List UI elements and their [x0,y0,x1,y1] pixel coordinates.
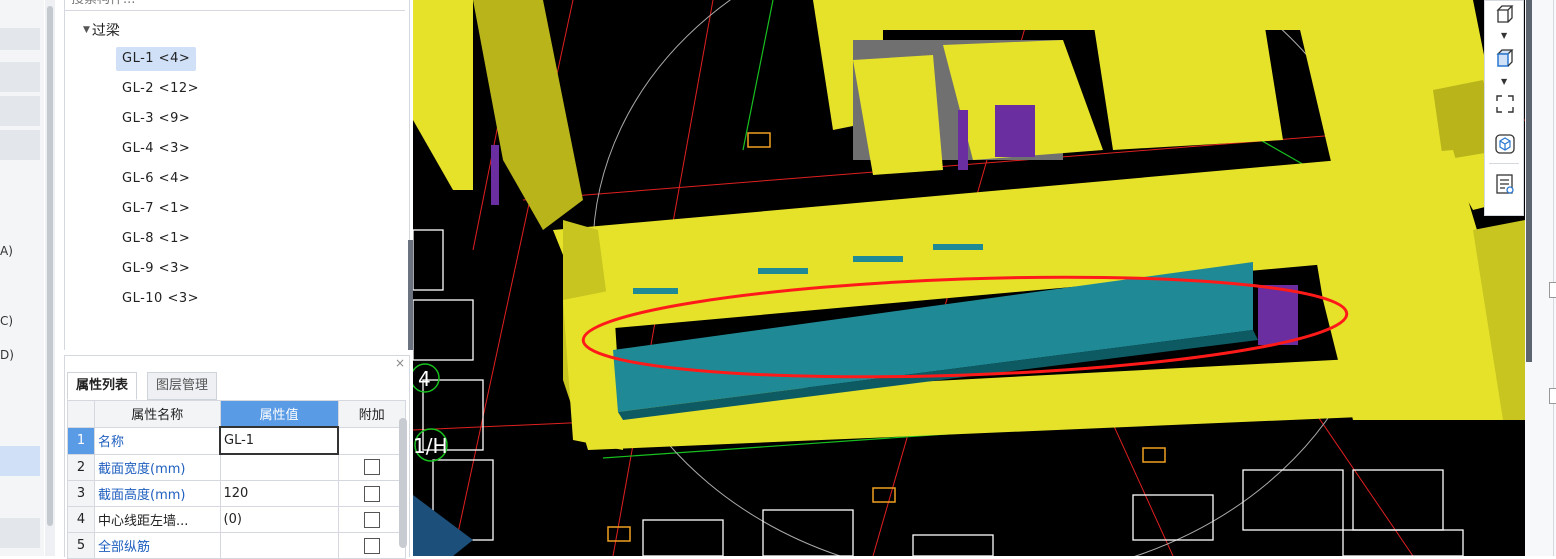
row-number: 4 [67,506,95,533]
property-name: 名称 [94,426,221,455]
tree-item[interactable]: GL-6 <4> [116,167,196,191]
left-scrollbar[interactable] [45,0,55,556]
left-panel-row-selected[interactable] [0,446,40,476]
fit-view-icon[interactable] [1494,93,1516,115]
axis-bubble-1H: 1/H [413,428,448,462]
attach-checkbox[interactable] [363,511,380,528]
property-name: 截面宽度(mm) [94,453,221,481]
3d-view-icon[interactable] [1494,133,1516,155]
property-scrollbar[interactable] [399,418,407,548]
attach-cell [337,480,406,507]
property-value-input[interactable] [219,532,339,559]
property-panel: × 属性列表 图层管理 属性名称 属性值 附加 1 名称 GL-1 2 截面宽度… [64,355,410,559]
close-icon[interactable]: × [395,356,405,370]
property-value-input[interactable]: (0) [219,506,339,533]
column-header-value: 属性值 [219,400,339,428]
tab-property-list[interactable]: 属性列表 [67,372,138,400]
tree-item[interactable]: GL-10 <3> [116,287,205,311]
property-value-input[interactable] [219,453,339,481]
toolbar-divider [1489,163,1519,164]
model-3d-viewport[interactable]: 4 1/H [413,0,1525,556]
table-row[interactable]: 2 截面宽度(mm) [67,453,406,481]
tab-layer-management[interactable]: 图层管理 [147,372,218,400]
table-row[interactable]: 4 中心线距左墙... (0) [67,506,406,533]
left-panel-row[interactable] [0,130,40,160]
table-row[interactable]: 3 截面高度(mm) 120 [67,480,406,507]
attach-checkbox[interactable] [363,459,380,476]
wall-structure [413,0,1525,450]
column-header-num [67,400,95,428]
component-tree-panel: ▼ 过梁 GL-1 <4> GL-2 <12> GL-3 <9> GL-4 <3… [64,0,410,350]
property-value-input[interactable]: GL-1 [219,426,339,455]
right-scrollbar[interactable] [1526,0,1532,362]
right-side-panel [1525,0,1556,556]
tree-item[interactable]: GL-9 <3> [116,257,196,281]
attach-checkbox[interactable] [363,537,380,554]
cube-view-icon[interactable] [1494,3,1516,25]
dropdown-arrow-icon[interactable]: ▼ [1501,31,1507,40]
property-name: 中心线距左墙... [94,506,221,533]
table-row[interactable]: 1 名称 GL-1 [67,426,406,455]
row-number: 3 [67,480,95,507]
column-header-attach: 附加 [337,400,406,428]
axis-label: 1/H [413,434,448,458]
row-number: 2 [67,453,95,481]
expand-button[interactable] [1549,388,1556,404]
tree-item[interactable]: GL-7 <1> [116,197,196,221]
property-view-icon[interactable] [1494,173,1516,195]
axis-bubble-4: 4 [413,363,440,393]
left-panel-row[interactable] [0,518,40,548]
dropdown-arrow-icon[interactable]: ▼ [1501,77,1507,86]
search-input[interactable] [69,0,373,8]
property-name: 截面高度(mm) [94,480,221,507]
row-number: 5 [67,532,95,559]
attach-cell [337,453,406,481]
left-panel-label: A) [0,244,13,258]
scroll-thumb[interactable] [47,6,53,526]
left-panel-row[interactable] [0,96,40,126]
right-panel-divider [1553,0,1554,556]
left-side-panel: A) C) D) [0,0,44,556]
column-header-name: 属性名称 [94,400,221,428]
property-value-input[interactable]: 120 [219,480,339,507]
view-toolbar: ▼ ▼ [1484,0,1524,216]
property-table: 属性名称 属性值 附加 1 名称 GL-1 2 截面宽度(mm) 3 截面高度(… [67,400,406,559]
axis-label: 4 [418,367,431,391]
attach-cell [337,426,406,455]
attach-checkbox[interactable] [363,485,380,502]
cube-front-icon[interactable] [1494,47,1516,69]
left-panel-label: C) [0,314,14,328]
left-panel-row[interactable] [0,28,40,50]
tree-item[interactable]: GL-1 <4> [116,47,197,71]
tree-group-lintel[interactable]: ▼ 过梁 [83,20,120,40]
caret-down-icon[interactable]: ▼ [83,25,90,35]
table-row[interactable]: 5 全部纵筋 [67,532,406,559]
model-3d-view[interactable]: 4 1/H [413,0,1525,556]
left-panel-row[interactable] [0,62,40,92]
property-name: 全部纵筋 [94,532,221,559]
attach-cell [337,532,406,559]
tree-item[interactable]: GL-8 <1> [116,227,196,251]
attach-cell [337,506,406,533]
tree-item[interactable]: GL-2 <12> [116,77,205,101]
expand-button[interactable] [1549,282,1556,298]
tree-item[interactable]: GL-4 <3> [116,137,196,161]
left-panel-label: D) [0,348,14,362]
tree-group-label: 过梁 [91,23,120,39]
search-box[interactable] [65,0,405,11]
tree-item[interactable]: GL-3 <9> [116,107,196,131]
row-number: 1 [67,426,95,455]
